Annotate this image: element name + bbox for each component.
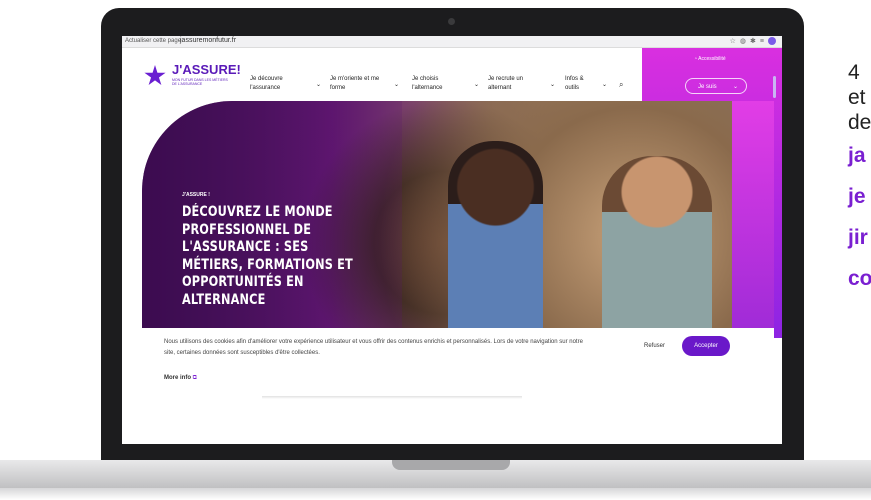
chevron-down-icon[interactable]: ⌄ (394, 81, 399, 88)
side-link-3[interactable]: jir (848, 217, 871, 258)
laptop-notch (392, 460, 510, 470)
cookie-text: Nous utilisons des cookies afin d'amélio… (164, 339, 583, 356)
je-suis-label: Je suis (698, 84, 717, 90)
hero-kicker: J'ASSURE ! (182, 192, 210, 198)
accessibility-label: Accessibilité (698, 56, 726, 62)
nav-item-decouvre[interactable]: Je découvre l'assurance (250, 75, 300, 93)
nav-item-oriente[interactable]: Je m'oriente et me forme (330, 75, 388, 93)
side-link-2[interactable]: je (848, 176, 871, 217)
side-line-3: de (848, 111, 871, 134)
chevron-down-icon: ⌄ (732, 84, 738, 90)
extension-icon[interactable]: ◍ (740, 38, 750, 45)
external-link-icon: ⧉ (192, 375, 197, 381)
webcam-icon (448, 18, 455, 25)
je-suis-dropdown[interactable]: Je suis ⌄ (685, 78, 747, 94)
more-info-link[interactable]: More info ⧉ (164, 375, 197, 382)
side-text: 4 et de ja je jir co (848, 60, 871, 299)
accept-button[interactable]: Accepter (682, 336, 730, 356)
nav-item-recrute[interactable]: Je recrute un alternant (488, 75, 542, 93)
puzzle-icon[interactable]: ✱ (750, 38, 760, 45)
scrollbar[interactable] (773, 76, 776, 98)
hero-banner: J'ASSURE ! DÉCOUVREZ LE MONDE PROFESSION… (142, 101, 774, 346)
hero-person-woman (448, 141, 543, 346)
chevron-down-icon[interactable]: ⌄ (550, 81, 555, 88)
more-info-label: More info (164, 375, 191, 381)
chevron-down-icon[interactable]: ⌄ (602, 81, 607, 88)
side-link-1[interactable]: ja (848, 135, 871, 176)
browser-icons: ☆◍✱≡ (730, 37, 776, 46)
side-line-2: et (848, 86, 866, 109)
search-icon[interactable]: ⌕ (619, 80, 623, 90)
browser-toolbar: Actualiser cette page jassuremonfutur.fr… (122, 36, 782, 48)
section-shadow (262, 396, 522, 399)
menu-icon[interactable]: ≡ (760, 38, 768, 45)
cookie-banner: Nous utilisons des cookies afin d'amélio… (142, 328, 774, 398)
logo-tagline: MON FUTUR DANS LES MÉTIERS DE L'ASSURANC… (172, 78, 228, 86)
accessibility-link[interactable]: ◔ Accessibilité (694, 56, 726, 62)
chevron-down-icon[interactable]: ⌄ (474, 81, 479, 88)
hero-person-man (602, 156, 712, 346)
laptop-screen: Actualiser cette page jassuremonfutur.fr… (122, 36, 782, 444)
site-logo[interactable]: J'ASSURE! (172, 62, 241, 77)
profile-avatar[interactable] (768, 37, 776, 46)
side-link-4[interactable]: co (848, 258, 871, 299)
refuse-button[interactable]: Refuser (644, 343, 665, 349)
nav-item-infos[interactable]: Infos & outils (565, 75, 597, 93)
side-line-1: 4 (848, 61, 860, 84)
reload-tooltip: Actualiser cette page (125, 38, 182, 44)
address-bar[interactable]: jassuremonfutur.fr (180, 37, 236, 44)
hero-title: DÉCOUVREZ LE MONDE PROFESSIONNEL DE L'AS… (182, 204, 353, 308)
page-below-fold (122, 398, 782, 444)
site-header: J'ASSURE! MON FUTUR DANS LES MÉTIERS DE … (122, 48, 642, 98)
nav-item-alternance[interactable]: Je choisis l'alternance (412, 75, 460, 93)
chevron-down-icon[interactable]: ⌄ (316, 81, 321, 88)
logo-star-icon (144, 65, 166, 86)
laptop-shadow (0, 488, 871, 500)
star-icon[interactable]: ☆ (730, 38, 740, 45)
hero-side-gradient (732, 101, 774, 346)
